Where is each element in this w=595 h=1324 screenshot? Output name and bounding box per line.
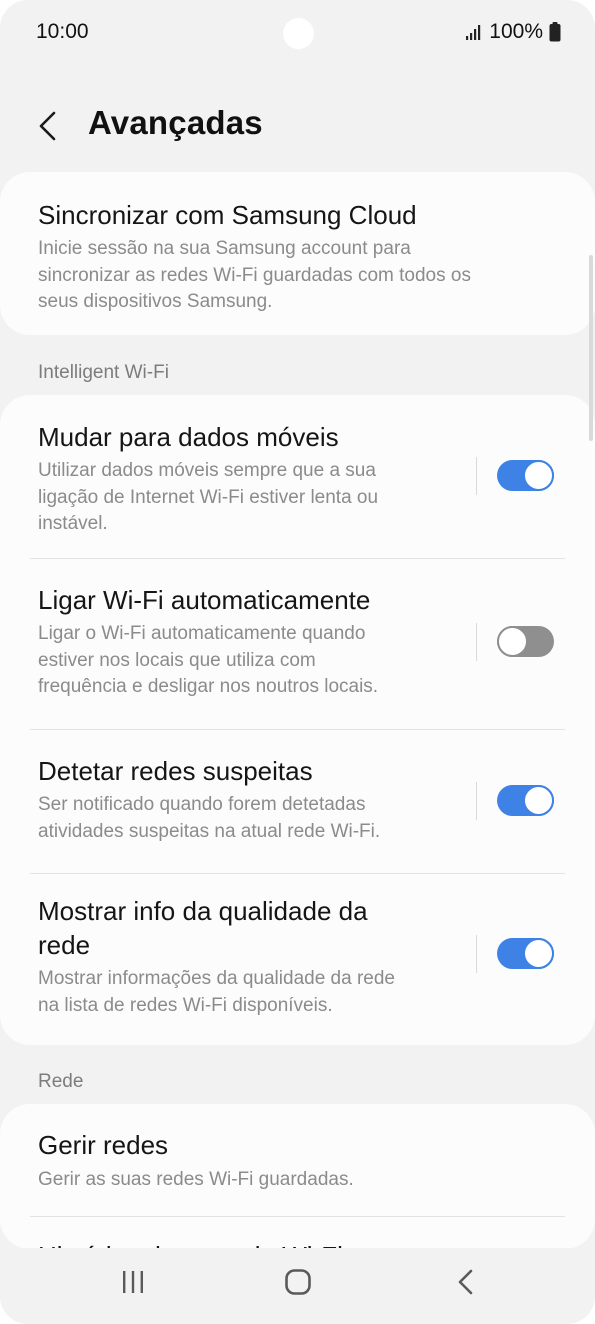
setting-description: Mostrar informações da qualidade da rede… bbox=[38, 966, 395, 1019]
setting-description-line: Ser notificado quando forem detetadas bbox=[38, 794, 366, 815]
setting-detect-suspicious-networks[interactable]: Detetar redes suspeitas Ser notificado q… bbox=[0, 730, 595, 873]
vertical-separator bbox=[476, 935, 477, 973]
section-label-network: Rede bbox=[38, 1071, 84, 1092]
chevron-left-icon bbox=[39, 111, 56, 141]
back-icon bbox=[458, 1269, 473, 1295]
detect-suspicious-networks-toggle[interactable] bbox=[497, 785, 554, 816]
app-header: Avançadas bbox=[0, 90, 595, 160]
recent-apps-button[interactable] bbox=[103, 1258, 163, 1306]
show-network-quality-toggle[interactable] bbox=[497, 938, 554, 969]
back-button[interactable] bbox=[26, 104, 70, 148]
setting-description-line: ligação de Internet Wi-Fi estiver lenta … bbox=[38, 486, 379, 508]
setting-show-network-quality-info[interactable]: Mostrar info da qualidade da rede Mostra… bbox=[0, 874, 595, 1045]
toggle-knob bbox=[523, 938, 554, 969]
setting-wifi-control-history[interactable]: Histórico de controlo Wi-Fi bbox=[0, 1217, 595, 1249]
switch-to-mobile-data-toggle[interactable] bbox=[497, 460, 554, 491]
cloud-sync-description-line: Inicie sessão na sua Samsung account par… bbox=[38, 238, 411, 259]
status-time: 10:00 bbox=[36, 20, 89, 43]
cloud-sync-title: Sincronizar com Samsung Cloud bbox=[38, 200, 417, 230]
setting-manage-networks[interactable]: Gerir redes Gerir as suas redes Wi-Fi gu… bbox=[0, 1104, 595, 1216]
status-bar: 10:00 100% bbox=[0, 0, 595, 66]
setting-switch-to-mobile-data[interactable]: Mudar para dados móveis Utilizar dados m… bbox=[0, 395, 595, 558]
setting-description-line: atividades suspeitas na atual rede Wi-Fi… bbox=[38, 820, 381, 842]
phone-screen: 10:00 100% Avançadas Sincronizar com Sam… bbox=[0, 0, 595, 1324]
cloud-sync-description: Inicie sessão na sua Samsung account par… bbox=[38, 236, 471, 316]
setting-description: Gerir as suas redes Wi-Fi guardadas. bbox=[38, 1169, 354, 1190]
setting-title: Gerir redes bbox=[38, 1130, 169, 1160]
vertical-separator bbox=[476, 623, 477, 661]
setting-description-line: na lista de redes Wi-Fi disponíveis. bbox=[38, 994, 333, 1016]
setting-description-line: Ligar o Wi-Fi automaticamente quando bbox=[38, 623, 366, 644]
setting-description: Ligar o Wi-Fi automaticamente quando est… bbox=[38, 621, 378, 701]
setting-title: Ligar Wi-Fi automaticamente bbox=[38, 585, 371, 615]
battery-percentage: 100% bbox=[489, 20, 543, 43]
setting-title-line: Mostrar info da qualidade da bbox=[38, 896, 368, 926]
setting-description: Ser notificado quando forem detetadas at… bbox=[38, 792, 380, 845]
signal-icon bbox=[466, 25, 481, 40]
setting-description-line: estiver nos locais que utiliza com bbox=[38, 649, 316, 671]
camera-cutout bbox=[283, 18, 314, 49]
toggle-knob bbox=[523, 460, 554, 491]
intelligent-wifi-card: Mudar para dados móveis Utilizar dados m… bbox=[0, 395, 595, 1045]
home-icon bbox=[285, 1269, 311, 1295]
recent-apps-icon bbox=[123, 1271, 143, 1293]
setting-title: Mostrar info da qualidade da rede bbox=[38, 894, 368, 962]
section-label-intelligent-wifi: Intelligent Wi-Fi bbox=[38, 362, 169, 383]
navigation-bar bbox=[0, 1248, 595, 1324]
battery-icon bbox=[549, 22, 561, 42]
toggle-knob bbox=[497, 626, 528, 657]
scrollbar[interactable] bbox=[589, 255, 593, 441]
toggle-knob bbox=[523, 785, 554, 816]
vertical-separator bbox=[476, 457, 477, 495]
setting-description-line: Mostrar informações da qualidade da rede bbox=[38, 968, 395, 989]
setting-title: Mudar para dados móveis bbox=[38, 422, 339, 452]
auto-turn-on-wifi-toggle[interactable] bbox=[497, 626, 554, 657]
cloud-sync-description-line: seus dispositivos Samsung. bbox=[38, 291, 273, 312]
setting-auto-turn-on-wifi[interactable]: Ligar Wi-Fi automaticamente Ligar o Wi-F… bbox=[0, 559, 595, 729]
vertical-separator bbox=[476, 782, 477, 820]
setting-title-line: rede bbox=[38, 930, 91, 960]
setting-description-line: instável. bbox=[38, 513, 108, 534]
status-indicators: 100% bbox=[465, 20, 561, 44]
cloud-sync-card[interactable]: Sincronizar com Samsung Cloud Inicie ses… bbox=[0, 172, 595, 335]
network-card: Gerir redes Gerir as suas redes Wi-Fi gu… bbox=[0, 1104, 595, 1249]
setting-description-line: Utilizar dados móveis sempre que a sua bbox=[38, 460, 376, 481]
setting-description-line: frequência e desligar nos noutros locais… bbox=[38, 676, 379, 697]
setting-title: Detetar redes suspeitas bbox=[38, 756, 313, 786]
nav-back-button[interactable] bbox=[436, 1258, 496, 1306]
cloud-sync-description-line: sincronizar as redes Wi-Fi guardadas com… bbox=[38, 264, 471, 286]
setting-description: Utilizar dados móveis sempre que a sua l… bbox=[38, 458, 378, 538]
home-button[interactable] bbox=[268, 1258, 328, 1306]
page-title: Avançadas bbox=[88, 104, 263, 141]
